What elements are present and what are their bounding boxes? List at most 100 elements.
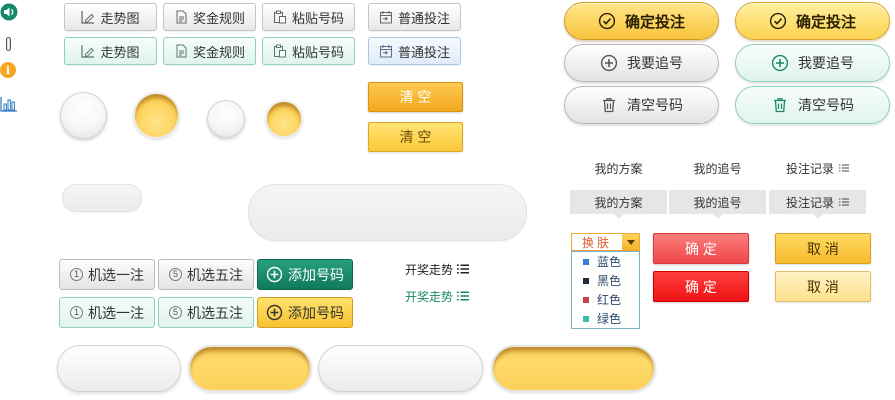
button-label: 奖金规则 [192,10,245,26]
pill-button-wide-pressed[interactable] [491,345,656,392]
pill-button-pressed[interactable] [188,345,312,392]
option-label: 黑色 [597,274,622,288]
confirm-bet-button-hover[interactable]: 确定投注 [735,2,890,40]
trend-chart-icon [81,10,95,24]
calendar-icon [379,44,393,58]
bonus-rules-button-highlighted[interactable]: 奖金规则 [163,37,256,65]
button-label: 确定投注 [795,13,856,31]
plus-circle-icon [600,54,618,72]
color-swatch [583,258,589,265]
add-numbers-button-highlighted[interactable]: 添加号码 [257,297,353,328]
bonus-rules-button[interactable]: 奖金规则 [163,3,256,31]
skin-option-black[interactable]: 黑色 [572,271,639,290]
tab-my-plans[interactable]: 我的方案 [570,156,667,180]
bar-chart-icon[interactable] [0,96,18,112]
tab-label: 投注记录 [785,195,834,210]
list-icon [457,291,470,301]
paste-numbers-button[interactable]: 粘贴号码 [262,3,355,31]
button-label: 机选五注 [187,304,243,321]
link-label: 开奖走势 [405,289,454,304]
round-button-small-pressed[interactable] [265,100,303,138]
normal-bet-button-highlighted[interactable]: 普通投注 [368,37,461,65]
tab-label: 我的方案 [594,195,643,210]
info-icon[interactable]: i [0,62,16,78]
button-label: 我要追号 [798,55,854,71]
check-circle-icon [769,12,787,30]
round-button-large[interactable] [60,92,107,139]
random-one-button[interactable]: 1 机选一注 [59,259,155,290]
random-five-button-highlighted[interactable]: 5 机选五注 [158,297,254,328]
tab-my-chases-active[interactable]: 我的追号 [669,190,766,219]
button-label: 清空号码 [798,97,854,113]
confirm-button[interactable]: 确 定 [653,233,749,264]
button-label: 普通投注 [397,10,450,26]
button-label: 我要追号 [627,55,683,71]
option-label: 红色 [597,293,622,307]
round-button-small[interactable] [207,100,245,138]
number-one-icon: 1 [70,306,83,319]
tab-bet-records[interactable]: 投注记录 [769,156,866,180]
speaker-icon[interactable] [0,3,18,21]
draw-trend-link-hover[interactable]: 开奖走势 [405,288,470,304]
button-label: 机选一注 [88,304,144,321]
button-label: 确 定 [685,240,717,257]
number-five-icon: 5 [169,268,182,281]
skin-select-label: 换肤 [581,235,612,250]
check-circle-icon [598,12,616,30]
trend-chart-button-highlighted[interactable]: 走势图 [64,37,157,65]
button-label: 清 空 [399,129,432,145]
pill-button-wide[interactable] [318,345,483,392]
ui-sprite-sheet: i 走势图 奖金规则 粘贴号码 普通投注 走势图 奖金规则 粘贴号码 普通投注 … [0,0,895,400]
button-label: 机选五注 [187,266,243,283]
clear-button[interactable]: 清 空 [368,82,463,112]
add-numbers-button[interactable]: 添加号码 [257,259,353,290]
paste-numbers-button-highlighted[interactable]: 粘贴号码 [262,37,355,65]
button-label: 走势图 [100,10,140,26]
button-label: 添加号码 [288,266,344,283]
random-one-button-highlighted[interactable]: 1 机选一注 [59,297,155,328]
button-label: 奖金规则 [192,44,245,60]
list-icon [839,198,849,206]
button-label: 机选一注 [88,266,144,283]
draw-trend-link[interactable]: 开奖走势 [405,261,470,277]
skin-select[interactable]: 换肤 [571,233,640,251]
normal-bet-button[interactable]: 普通投注 [368,3,461,31]
tab-label: 我的方案 [594,161,643,176]
button-label: 粘贴号码 [291,44,344,60]
random-five-button[interactable]: 5 机选五注 [158,259,254,290]
skin-option-green[interactable]: 绿色 [572,309,639,328]
round-button-large-pressed[interactable] [133,92,180,139]
button-label: 取 消 [807,278,839,295]
confirm-bet-button[interactable]: 确定投注 [564,2,719,40]
skin-select-toggle[interactable] [622,234,639,250]
cancel-button-hover[interactable]: 取 消 [775,271,871,302]
trend-chart-button[interactable]: 走势图 [64,3,157,31]
tab-bet-records-active[interactable]: 投注记录 [769,190,866,219]
button-label: 普通投注 [397,44,450,60]
clear-numbers-button-hover[interactable]: 清空号码 [735,86,890,124]
clear-numbers-button[interactable]: 清空号码 [564,86,719,124]
option-label: 绿色 [597,312,622,326]
skin-options-list: 蓝色 黑色 红色 绿色 [571,251,640,329]
chase-number-button-hover[interactable]: 我要追号 [735,44,890,82]
confirm-button-hover[interactable]: 确 定 [653,271,749,302]
chase-number-button[interactable]: 我要追号 [564,44,719,82]
link-label: 开奖走势 [405,262,454,277]
skin-option-blue[interactable]: 蓝色 [572,252,639,271]
cancel-button[interactable]: 取 消 [775,233,871,264]
number-five-icon: 5 [169,306,182,319]
list-icon [839,164,849,172]
tab-my-chases[interactable]: 我的追号 [669,156,766,180]
blank-pill-large[interactable] [248,184,527,241]
number-one-icon: 1 [70,268,83,281]
clear-button-hover[interactable]: 清 空 [368,122,463,152]
blank-pill-small[interactable] [62,184,142,212]
tab-label: 投注记录 [785,161,834,176]
button-label: 清 空 [399,89,432,105]
chevron-down-icon [626,239,635,245]
tab-my-plans-active[interactable]: 我的方案 [570,190,667,219]
pill-button[interactable] [57,345,181,392]
skin-option-red[interactable]: 红色 [572,290,639,309]
button-label: 确定投注 [624,13,685,31]
trend-chart-icon [81,44,95,58]
